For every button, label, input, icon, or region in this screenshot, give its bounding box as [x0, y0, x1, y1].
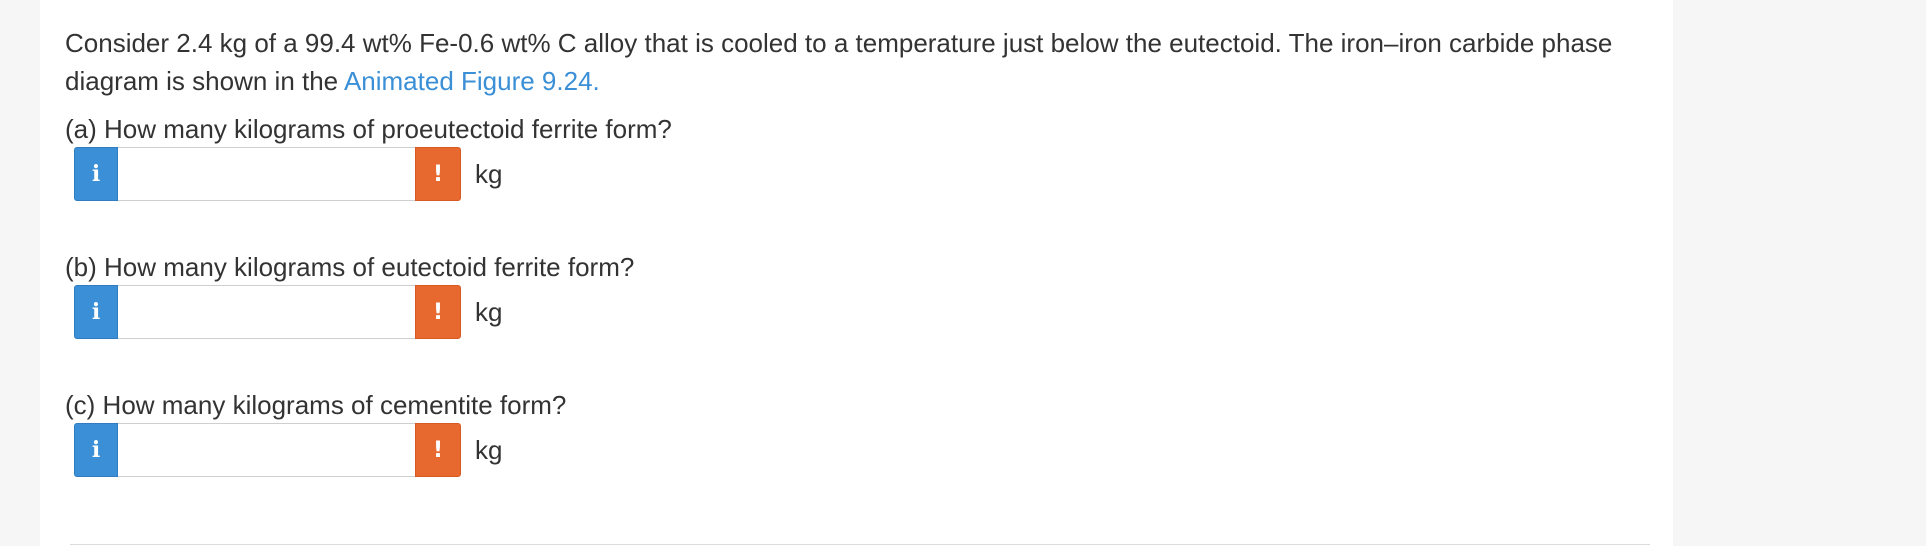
unit-label-c: kg — [475, 434, 503, 465]
question-a-label: (a) How many kilograms of proeutectoid f… — [65, 114, 672, 144]
answer-row-c: i ! kg — [74, 422, 502, 478]
info-icon[interactable]: i — [74, 423, 118, 477]
animated-figure-link[interactable]: Animated Figure 9.24. — [344, 66, 600, 96]
warning-icon[interactable]: ! — [415, 147, 461, 201]
question-b-label: (b) How many kilograms of eutectoid ferr… — [65, 252, 635, 282]
answer-input-a[interactable] — [118, 147, 415, 201]
warning-icon[interactable]: ! — [415, 285, 461, 339]
answer-row-b: i ! kg — [74, 284, 502, 340]
warning-icon[interactable]: ! — [415, 423, 461, 477]
unit-label-a: kg — [475, 158, 503, 189]
unit-label-b: kg — [475, 296, 503, 327]
problem-intro-text: Consider 2.4 kg of a 99.4 wt% Fe-0.6 wt%… — [65, 28, 1613, 96]
info-icon[interactable]: i — [74, 285, 118, 339]
answer-input-c[interactable] — [118, 423, 415, 477]
section-divider — [70, 544, 1650, 545]
question-c-label: (c) How many kilograms of cementite form… — [65, 390, 567, 420]
answer-row-a: i ! kg — [74, 146, 502, 202]
problem-statement: Consider 2.4 kg of a 99.4 wt% Fe-0.6 wt%… — [65, 24, 1665, 100]
answer-input-b[interactable] — [118, 285, 415, 339]
problem-card: Consider 2.4 kg of a 99.4 wt% Fe-0.6 wt%… — [40, 0, 1673, 546]
info-icon[interactable]: i — [74, 147, 118, 201]
